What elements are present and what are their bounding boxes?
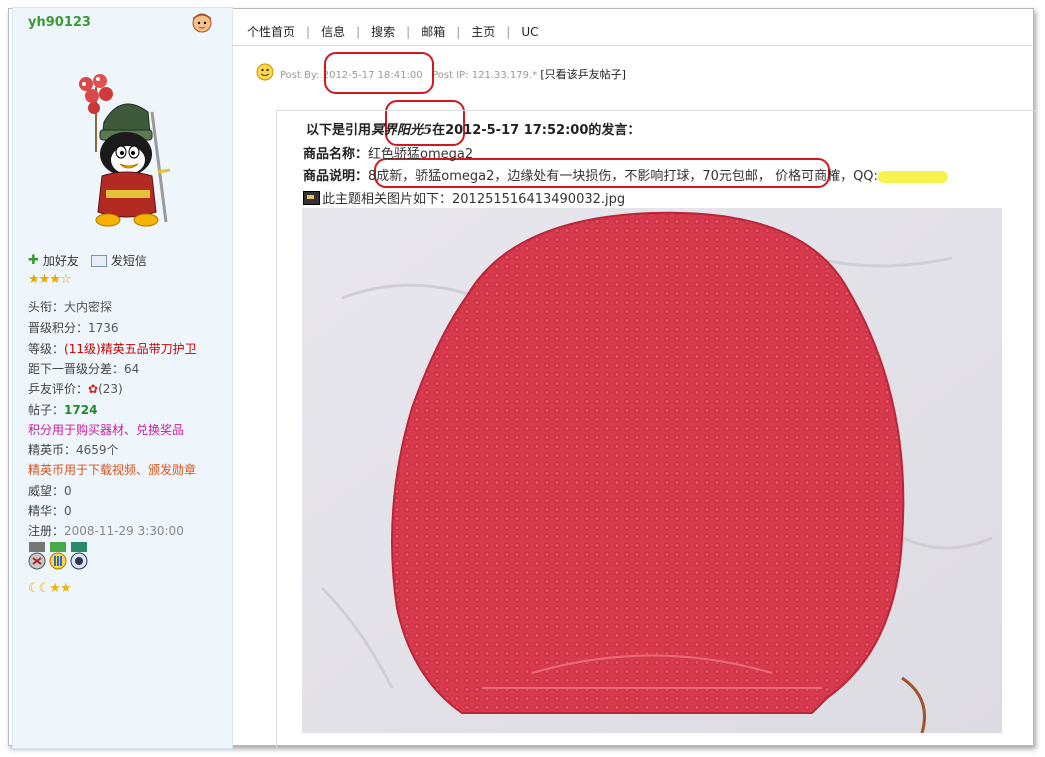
info-rating: 乒友评价：✿(23) xyxy=(28,380,123,397)
product-desc-label: 商品说明： xyxy=(303,169,369,184)
info-points: 晋级积分：1736 xyxy=(28,319,119,336)
user-face-icon xyxy=(192,13,212,33)
ip-label: Post IP: xyxy=(432,70,469,81)
medal-icon xyxy=(49,542,67,570)
product-name-value: 红色骄猛omega2 xyxy=(368,147,474,162)
nav-item-home[interactable]: 个性首页 xyxy=(247,23,295,40)
info-label: 威望： xyxy=(28,484,65,498)
info-next-level: 距下一晋级分差：64 xyxy=(28,360,139,377)
info-title: 头衔：大内密探 xyxy=(28,298,112,315)
top-nav: 个性首页 | 信息 | 搜索 | 邮箱 | 主页 | UC xyxy=(247,23,538,40)
product-desc-value: 8成新，骄猛omega2，边缘处有一块损伤，不影响打球，70元包邮， xyxy=(368,169,771,184)
nav-separator: | xyxy=(406,24,411,39)
rank-stars: ★★★☆ xyxy=(28,272,72,287)
only-this-user-link[interactable]: [只看该乒友帖子] xyxy=(540,68,626,81)
coins-note-link[interactable]: 精英币用于下载视频、颁发勋章 xyxy=(28,461,196,478)
plus-icon: ✚ xyxy=(28,253,39,268)
info-label: 晋级积分： xyxy=(28,321,89,335)
info-prestige: 威望：0 xyxy=(28,482,72,499)
points-note-link[interactable]: 积分用于购买器材、兑换奖品 xyxy=(28,421,184,438)
nav-item-mailbox[interactable]: 邮箱 xyxy=(421,23,445,40)
info-label: 帖子： xyxy=(28,403,65,417)
info-level: 等级：(11级)精英五品带刀护卫 xyxy=(28,340,197,357)
info-value: 2008-11-29 3:30:00 xyxy=(64,524,184,538)
info-label: 精英币： xyxy=(28,443,77,457)
quote-header: 以下是引用冥界阳光5在2012-5-17 17:52:00的发言： xyxy=(306,119,640,138)
nav-item-info[interactable]: 信息 xyxy=(321,23,345,40)
user-actions: ✚ 加好友 发短信 xyxy=(28,252,147,269)
info-value: 0 xyxy=(64,484,72,498)
image-note: 此主题相关图片如下：201251516413490032.jpg xyxy=(322,192,626,207)
info-label: 乒友评价： xyxy=(28,382,89,396)
info-registered: 注册：2008-11-29 3:30:00 xyxy=(28,522,184,539)
info-value: (23) xyxy=(98,382,123,396)
info-posts: 帖子：1724 xyxy=(28,401,97,418)
flower-icon: ✿ xyxy=(88,382,99,396)
medal-icon xyxy=(70,542,88,570)
nav-item-search[interactable]: 搜索 xyxy=(371,23,395,40)
redacted-qq xyxy=(877,170,948,183)
info-value: 大内密探 xyxy=(64,300,113,314)
user-avatar xyxy=(79,74,171,227)
medal-badges xyxy=(28,542,88,572)
medal-icon xyxy=(28,542,46,570)
username[interactable]: yh90123 xyxy=(28,15,91,30)
info-value: 1736 xyxy=(88,321,119,335)
activity-moons: ☾☾★★ xyxy=(28,581,72,596)
nav-item-uc[interactable]: UC xyxy=(521,25,538,39)
product-desc-line: 商品说明：8成新，骄猛omega2，边缘处有一块损伤，不影响打球，70元包邮， … xyxy=(303,165,948,184)
info-essence: 精华：0 xyxy=(28,502,72,519)
nav-item-homepage[interactable]: 主页 xyxy=(471,23,495,40)
nav-separator: | xyxy=(456,24,461,39)
nav-separator: | xyxy=(306,24,311,39)
quote-suffix: 在2012-5-17 17:52:00的发言： xyxy=(432,123,641,138)
mail-icon xyxy=(90,254,107,267)
smiley-icon xyxy=(256,63,274,81)
ip-value: 121.33.179.* xyxy=(471,70,538,81)
info-value: 1724 xyxy=(64,403,98,417)
product-name-line: 商品名称：红色骄猛omega2 xyxy=(303,143,473,162)
nav-separator: | xyxy=(356,24,361,39)
price-text: 价格可商榷，QQ: xyxy=(775,169,878,184)
quote-prefix: 以下是引用 xyxy=(306,123,372,138)
info-label: 注册： xyxy=(28,524,65,538)
send-message-link[interactable]: 发短信 xyxy=(111,252,147,269)
quote-author: 冥界阳光5 xyxy=(371,123,433,138)
info-coins: 精英币：4659个 xyxy=(28,441,119,458)
info-value: (11级)精英五品带刀护卫 xyxy=(64,342,197,356)
divider xyxy=(232,45,1032,46)
highlight-circle-time xyxy=(324,52,434,94)
image-note-line: 此主题相关图片如下：201251516413490032.jpg xyxy=(303,188,625,207)
product-name-label: 商品名称： xyxy=(303,147,369,162)
postby-label: Post By: xyxy=(280,70,320,81)
info-value: 0 xyxy=(64,504,72,518)
info-label: 精华： xyxy=(28,504,65,518)
info-value: 4659个 xyxy=(76,443,119,457)
image-icon xyxy=(303,190,320,205)
nav-separator: | xyxy=(506,24,511,39)
info-label: 等级： xyxy=(28,342,65,356)
info-label: 头衔： xyxy=(28,300,65,314)
rubber-photo[interactable] xyxy=(302,208,1002,733)
info-value: 64 xyxy=(124,362,140,376)
info-label: 距下一晋级分差： xyxy=(28,362,125,376)
add-friend-link[interactable]: 加好友 xyxy=(43,252,79,269)
